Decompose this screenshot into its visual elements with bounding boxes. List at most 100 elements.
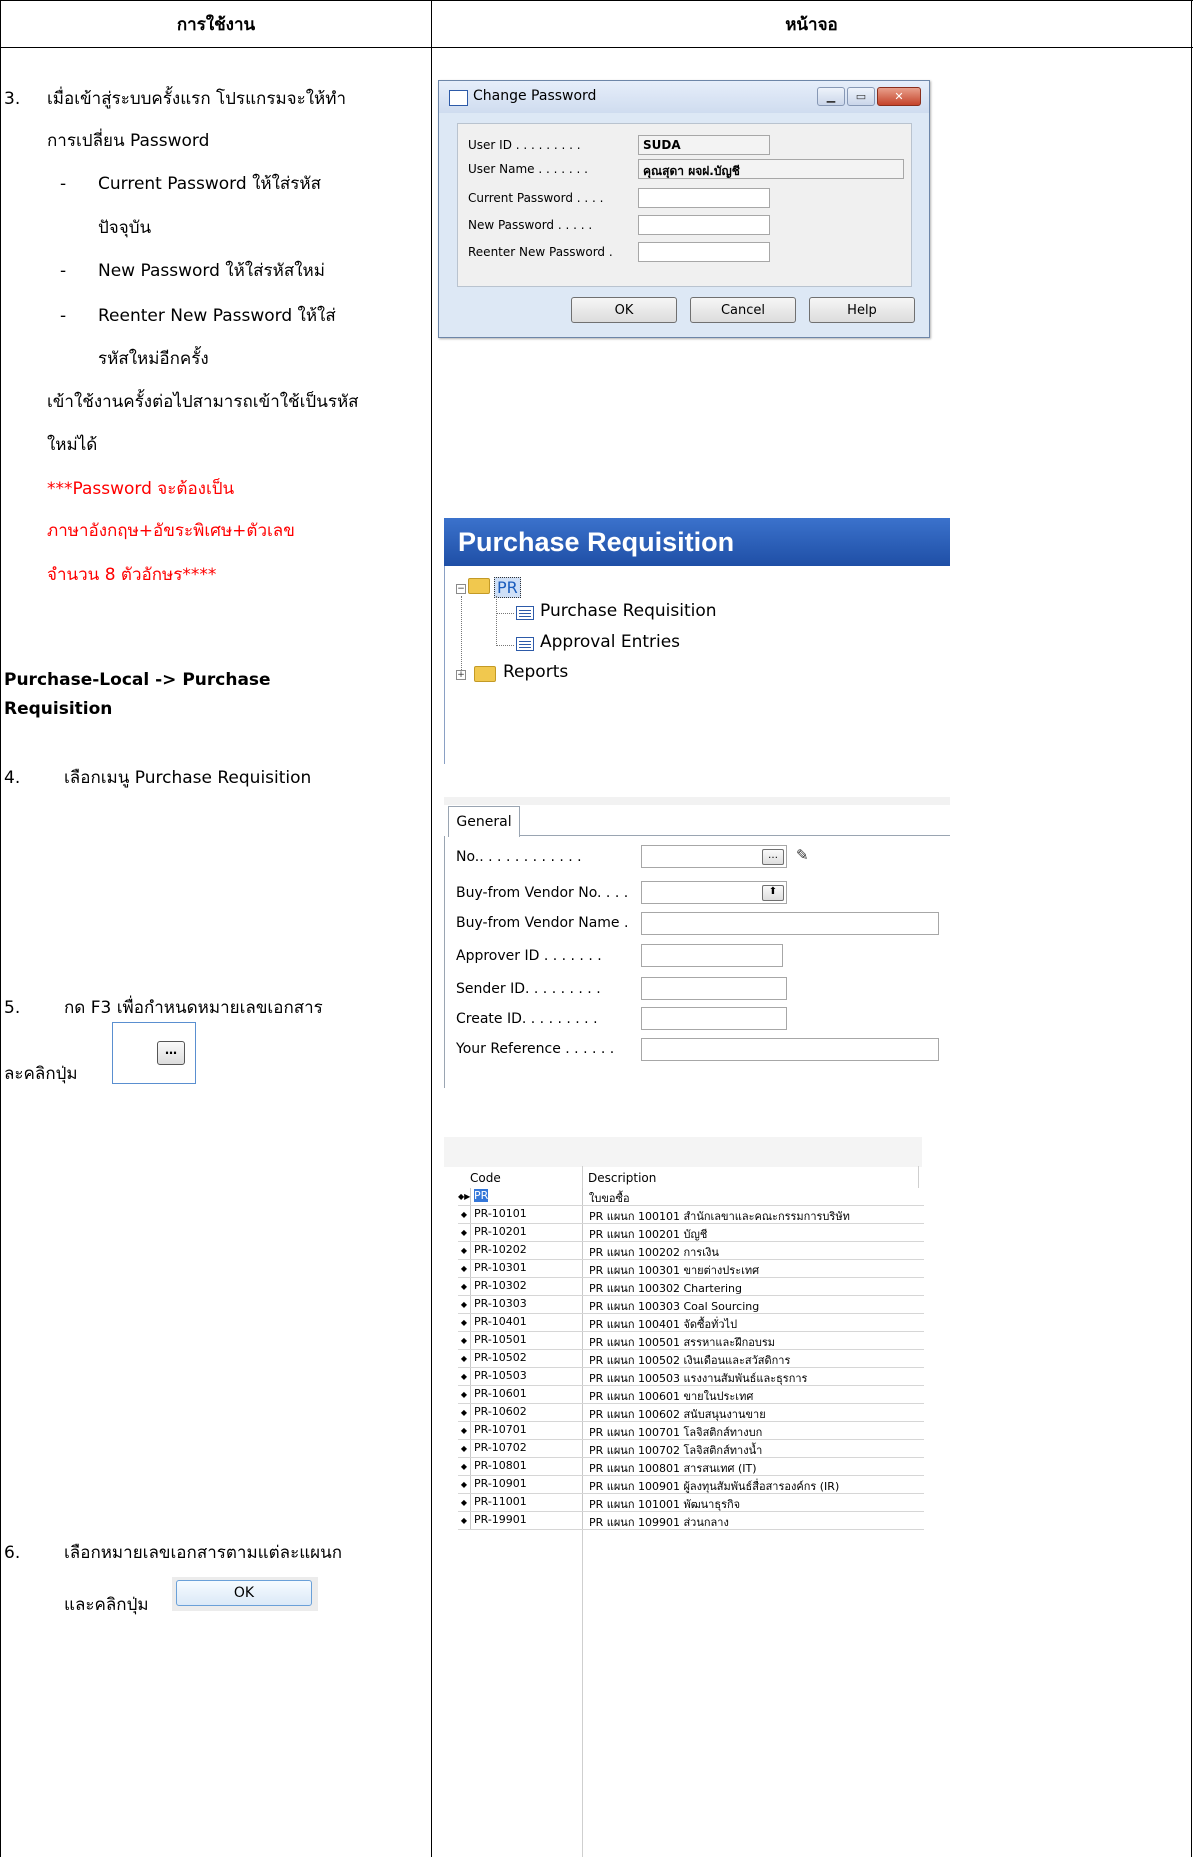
list-item[interactable]: ◆ PR-10502 PR แผนก 100502 เงินเดือนและสวัส… xyxy=(458,1350,924,1368)
list-item[interactable]: ◆ PR-19901 PR แผนก 109901 ส่วนกลาง xyxy=(458,1512,924,1530)
header-usage: การใช้งาน xyxy=(176,14,256,35)
dialog-help-button[interactable]: Help xyxy=(809,297,915,323)
step3-line1: เมื่อเข้าสู่ระบบครั้งแรก โปรแกรมจะให้ทำ xyxy=(47,89,347,109)
list-item[interactable]: ◆ PR-10901 PR แผนก 100901 ผู้ลงทุนสัมพันธ์… xyxy=(458,1476,924,1494)
vendor-name-label: Buy-from Vendor Name . xyxy=(456,915,629,931)
column-description[interactable]: Description xyxy=(588,1171,656,1185)
tree-item-purchase-requisition[interactable]: Purchase Requisition xyxy=(540,601,717,621)
table-border-right xyxy=(1191,0,1192,1857)
tree-line xyxy=(496,645,514,646)
row-code: PR-10502 xyxy=(474,1351,527,1364)
folder-icon xyxy=(474,666,496,682)
current-row-marker-icon: ◆▶ xyxy=(458,1188,471,1205)
minimize-icon[interactable]: ▁ xyxy=(817,87,845,106)
row-code: PR-10801 xyxy=(474,1459,527,1472)
cell-divider xyxy=(582,1332,583,1349)
cell-divider xyxy=(582,1386,583,1403)
bullet-dash-3: - xyxy=(60,306,67,326)
list-item[interactable]: ◆ PR-10701 PR แผนก 100701 โลจิสติกส์ทางบก xyxy=(458,1422,924,1440)
step3-after-line1: เข้าใช้งานครั้งต่อไปสามารถเข้าใช้เป็นรหั… xyxy=(47,392,359,412)
row-code: PR-10201 xyxy=(474,1225,527,1238)
reenter-password-label: Reenter New Password . xyxy=(468,245,613,259)
cell-divider xyxy=(582,1314,583,1331)
new-password-input[interactable] xyxy=(638,215,770,235)
cell-divider xyxy=(582,1404,583,1421)
collapse-icon[interactable]: − xyxy=(456,584,466,594)
step3-after-line2: ใหม่ได้ xyxy=(47,435,98,455)
dialog-app-icon xyxy=(449,90,468,106)
ellipsis-icon: … xyxy=(157,1041,185,1065)
row-marker-icon: ◆ xyxy=(458,1422,471,1439)
list-item[interactable]: ◆ PR-10702 PR แผนก 100702 โลจิสติกส์ทางน้ำ xyxy=(458,1440,924,1458)
row-marker-icon: ◆ xyxy=(458,1458,471,1475)
list-item[interactable]: ◆ PR-10501 PR แผนก 100501 สรรหาและฝึกอบรม xyxy=(458,1332,924,1350)
list-item[interactable]: ◆ PR-10202 PR แผนก 100202 การเงิน xyxy=(458,1242,924,1260)
cell-divider xyxy=(582,1458,583,1475)
list-item[interactable]: ◆ PR-10503 PR แผนก 100503 แรงงานสัมพันธ์แล… xyxy=(458,1368,924,1386)
list-item[interactable]: ◆ PR-10602 PR แผนก 100602 สนับสนุนงานขาย xyxy=(458,1404,924,1422)
approver-id-input[interactable] xyxy=(641,944,783,967)
bullet-current-password: Current Password ให้ใส่รหัส xyxy=(98,174,321,194)
sender-id-input[interactable] xyxy=(641,977,787,1000)
cell-divider xyxy=(582,1260,583,1277)
table-border-middle xyxy=(431,0,432,1857)
list-item[interactable]: ◆ PR-10801 PR แผนก 100801 สารสนเทศ (IT) xyxy=(458,1458,924,1476)
drilldown-button[interactable]: ⬆ xyxy=(762,885,784,901)
vendor-name-input[interactable] xyxy=(641,912,939,935)
list-item[interactable]: ◆ PR-10302 PR แผนก 100302 Chartering xyxy=(458,1278,924,1296)
list-icon xyxy=(516,637,534,651)
change-password-dialog: Change Password ▁ ▭ ✕ User ID . . . . . … xyxy=(438,80,930,338)
list-item[interactable]: ◆ PR-10303 PR แผนก 100303 Coal Sourcing xyxy=(458,1296,924,1314)
menu-path-line1: Purchase-Local -> Purchase xyxy=(4,670,271,690)
bullet-new-password: New Password ให้ใส่รหัสใหม่ xyxy=(98,261,325,281)
step3-line2: การเปลี่ยน Password xyxy=(47,131,210,151)
current-password-label: Current Password . . . . xyxy=(468,191,604,205)
lookup-button[interactable]: … xyxy=(762,849,784,865)
dialog-ok-button[interactable]: OK xyxy=(571,297,677,323)
cell-divider xyxy=(582,1242,583,1259)
password-rule-line2: ภาษาอังกฤษ+อัขระพิเศษ+ตัวเลข xyxy=(47,521,295,541)
tree-item-approval-entries[interactable]: Approval Entries xyxy=(540,632,680,652)
bullet-reenter-password-cont: รหัสใหม่อีกครั้ง xyxy=(98,349,209,369)
tree-line xyxy=(496,613,514,614)
row-code: PR-10301 xyxy=(474,1261,527,1274)
expand-icon[interactable]: + xyxy=(456,670,466,680)
create-id-label: Create ID. . . . . . . . . xyxy=(456,1011,598,1027)
table-border-left xyxy=(0,0,1,1857)
list-icon xyxy=(516,606,534,620)
tree-root-pr[interactable]: PR xyxy=(494,577,521,598)
list-item[interactable]: ◆▶ PR ใบขอซื้อ xyxy=(458,1188,924,1206)
column-code[interactable]: Code xyxy=(470,1171,501,1185)
row-code: PR-19901 xyxy=(474,1513,527,1526)
create-id-input[interactable] xyxy=(641,1007,787,1030)
edit-icon[interactable]: ✎ xyxy=(796,846,814,864)
your-reference-input[interactable] xyxy=(641,1038,939,1061)
row-code: PR-10602 xyxy=(474,1405,527,1418)
dialog-titlebar[interactable]: Change Password ▁ ▭ ✕ xyxy=(439,81,929,113)
close-icon[interactable]: ✕ xyxy=(877,87,921,106)
reenter-password-input[interactable] xyxy=(638,242,770,262)
cell-divider xyxy=(582,1188,583,1205)
list-item[interactable]: ◆ PR-10401 PR แผนก 100401 จัดซื้อทั่วไป xyxy=(458,1314,924,1332)
sender-id-label: Sender ID. . . . . . . . . xyxy=(456,981,601,997)
column-divider xyxy=(918,1166,919,1188)
list-item[interactable]: ◆ PR-11001 PR แผนก 101001 พัฒนาธุรกิจ xyxy=(458,1494,924,1512)
row-code: PR-10702 xyxy=(474,1441,527,1454)
current-password-input[interactable] xyxy=(638,188,770,208)
tab-general[interactable]: General xyxy=(448,806,520,837)
header-screen: หน้าจอ xyxy=(785,14,838,35)
ok-button-sample: OK xyxy=(176,1580,312,1606)
list-item[interactable]: ◆ PR-10601 PR แผนก 100601 ขายในประเทศ xyxy=(458,1386,924,1404)
maximize-icon[interactable]: ▭ xyxy=(847,87,875,106)
cell-divider xyxy=(582,1350,583,1367)
list-item[interactable]: ◆ PR-10201 PR แผนก 100201 บัญชี xyxy=(458,1224,924,1242)
row-code: PR-10202 xyxy=(474,1243,527,1256)
step5-number: 5. xyxy=(4,998,21,1018)
step5-text: กด F3 เพื่อกำหนดหมายเลขเอกสาร xyxy=(64,998,323,1018)
cell-divider xyxy=(582,1422,583,1439)
list-item[interactable]: ◆ PR-10101 PR แผนก 100101 สำนักเลขาและคณะก… xyxy=(458,1206,924,1224)
row-marker-icon: ◆ xyxy=(458,1368,471,1385)
dialog-cancel-button[interactable]: Cancel xyxy=(690,297,796,323)
list-item[interactable]: ◆ PR-10301 PR แผนก 100301 ขายต่างประเทศ xyxy=(458,1260,924,1278)
tree-item-reports[interactable]: Reports xyxy=(503,662,568,682)
